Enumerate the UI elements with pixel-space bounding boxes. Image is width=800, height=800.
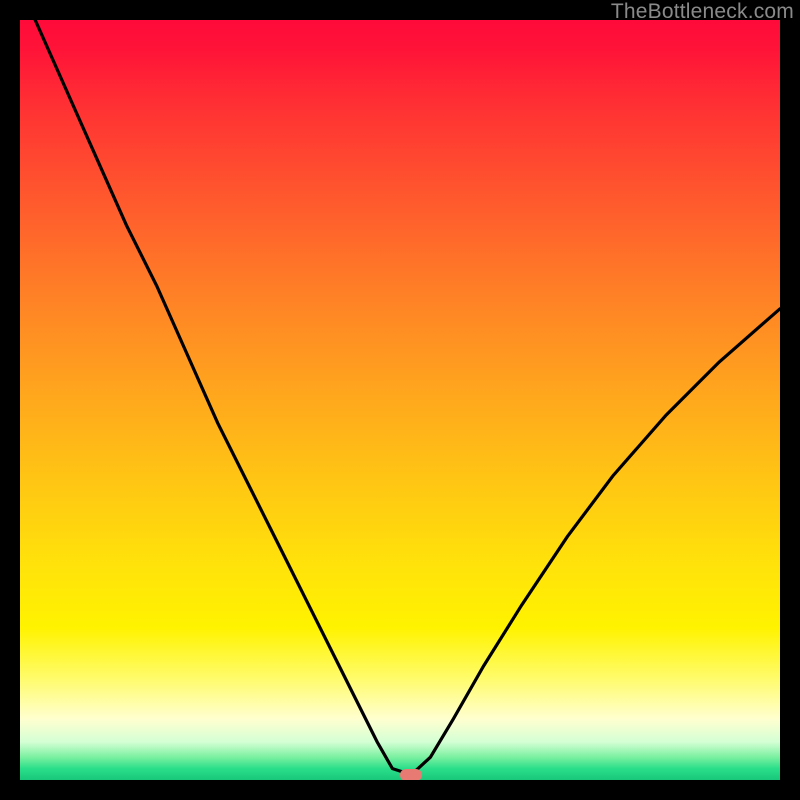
bottleneck-curve (20, 20, 780, 780)
curve-right-branch (411, 309, 780, 775)
plot-area (20, 20, 780, 780)
minimum-marker (400, 769, 422, 780)
curve-left-branch (35, 20, 411, 775)
chart-frame: TheBottleneck.com (0, 0, 800, 800)
